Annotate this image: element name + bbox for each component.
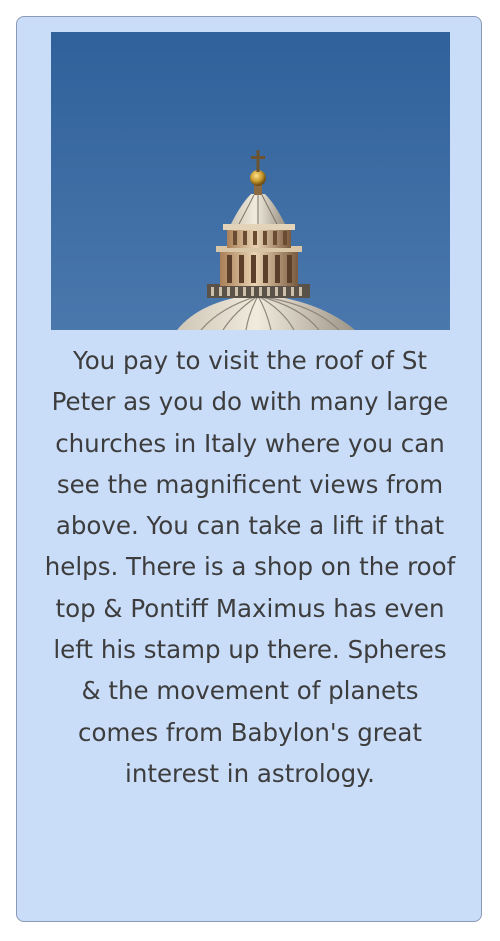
dome-illustration [51, 32, 450, 330]
content-card: You pay to visit the roof of St Peter as… [16, 16, 482, 922]
dome-photo [51, 32, 450, 330]
caption-text: You pay to visit the roof of St Peter as… [44, 346, 456, 788]
